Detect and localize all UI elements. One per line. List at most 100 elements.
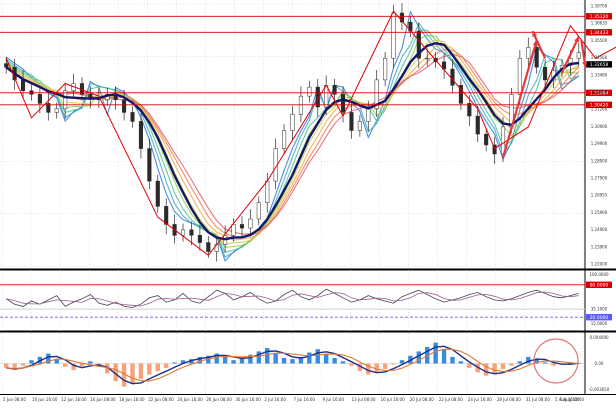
price-tick-label: 1.32400	[591, 90, 608, 95]
chart-window: 1.34433 1.35320 1.31084 1.30420 1.32658 80.0…	[0, 0, 616, 404]
macd-bar	[256, 351, 262, 364]
macd-bar	[517, 361, 523, 364]
price-chart-svg[interactable]: 1.344331.353201.310841.304201.32658 80.0…	[0, 0, 616, 404]
candle-body	[54, 108, 59, 113]
price-tick-label: 1.35500	[591, 38, 608, 43]
macd-bar	[138, 363, 144, 379]
macd-bar	[458, 361, 464, 364]
macd-bar	[29, 360, 34, 364]
macd-bar	[265, 348, 270, 364]
time-tick-label: 26 Jun 08:00	[206, 397, 232, 402]
price-tick-label: 1.26955	[591, 193, 608, 198]
time-axis: 5 Jun 08:00 10 Jun 16:00 12 Jun 16:00 16 Ju…	[3, 397, 584, 402]
macd-bar	[332, 358, 337, 364]
macd-bar	[542, 362, 548, 364]
candle-body	[122, 99, 127, 113]
candle-body	[197, 235, 202, 243]
level-label: 1.34433	[590, 30, 609, 36]
macd-bar	[551, 363, 556, 366]
time-tick-label: 20 Jul 08:00	[410, 397, 434, 402]
time-tick-label: 22 Jun 08:00	[148, 397, 174, 402]
macd-bar	[172, 362, 177, 364]
candle-body	[239, 224, 245, 229]
candle-body	[543, 66, 548, 81]
candle-body	[88, 94, 93, 99]
macd-bar	[290, 359, 295, 364]
macd-tick-label: -0.003650	[589, 387, 610, 392]
osc-min-label: 15.0000	[591, 321, 608, 326]
time-tick-label: 9 Jul 16:00	[323, 397, 345, 402]
candle-body	[450, 68, 455, 86]
price-tick-label: 1.27900	[591, 176, 608, 181]
macd-bar	[349, 363, 354, 366]
price-tick-label: 1.39700	[591, 4, 608, 9]
current-price-label: 1.32658	[590, 62, 609, 68]
price-tick-label: 1.29900	[591, 141, 608, 146]
macd-bar	[323, 353, 329, 364]
macd-tick-label: 0.004090	[589, 335, 609, 340]
price-tick-label: 1.23900	[591, 244, 608, 249]
candle-body	[63, 90, 68, 110]
price-tick-label: 1.25900	[591, 210, 608, 215]
macd-bar	[399, 360, 405, 364]
osc-level-label: 20.0000	[590, 315, 609, 321]
macd-tick-label: 0.00	[595, 361, 604, 366]
candle-body	[130, 112, 135, 122]
level-label: 1.35320	[590, 14, 609, 20]
macd-bar	[315, 349, 320, 364]
time-tick-label: 24 Jul 16:00	[468, 397, 492, 402]
macd-bar	[391, 363, 396, 365]
time-tick-label: 16 Jul 16:00	[381, 397, 405, 402]
candle-body	[357, 121, 362, 131]
price-tick-label: 1.28900	[591, 158, 608, 163]
time-tick-label: 12 Jun 16:00	[61, 397, 87, 402]
price-tick-label: 1.36635	[591, 21, 608, 26]
macd-bar	[222, 356, 228, 364]
candle-body	[534, 47, 539, 68]
time-tick-label: 7 Jul 16:00	[294, 397, 316, 402]
candle-body	[155, 180, 160, 207]
osc-level-label: 35.1000	[591, 307, 608, 312]
macd-bar	[450, 356, 455, 364]
price-tick-label: 1.33480	[591, 72, 608, 77]
macd-bar	[4, 363, 9, 368]
candle-body	[526, 47, 531, 59]
candle-body	[256, 202, 261, 220]
macd-bar	[307, 352, 312, 364]
candle-body	[138, 121, 143, 149]
candle-body	[189, 229, 194, 236]
time-tick-label: 18 Jun 16:00	[119, 397, 145, 402]
macd-bar	[248, 354, 253, 364]
macd-bar	[130, 363, 135, 384]
macd-bar	[340, 361, 346, 364]
candle-body	[164, 206, 169, 225]
macd-bar	[500, 363, 506, 369]
candle-body	[282, 130, 287, 149]
macd-bar	[147, 363, 152, 375]
candle-body	[366, 108, 371, 122]
time-tick-label: 2 Jul 16:00	[264, 397, 286, 402]
macd-bar	[433, 342, 438, 364]
candle-body	[484, 133, 489, 146]
macd-bar	[509, 363, 514, 366]
macd-bar	[231, 360, 236, 364]
price-tick-label: 1.24900	[591, 227, 608, 232]
macd-bar	[467, 363, 472, 368]
time-tick-label: 31 Jul 08:00	[526, 397, 550, 402]
macd-bar	[416, 351, 422, 364]
time-tick-label: 24 Jun 16:00	[177, 397, 203, 402]
time-tick-label: 13 Jul 08:00	[352, 397, 376, 402]
macd-bar	[281, 358, 287, 364]
macd-bar	[382, 363, 388, 369]
candle-body	[37, 94, 42, 104]
price-tick-label: 1.30900	[591, 124, 608, 129]
macd-bar	[163, 363, 169, 368]
time-tick-label: 10 Jun 16:00	[32, 397, 58, 402]
price-tick-label: 1.34560	[591, 55, 608, 60]
osc-level-label: 80.0000	[590, 282, 609, 288]
time-tick-label: 30 Jun 16:00	[235, 397, 261, 402]
time-tick-label: 22 Jul 08:00	[439, 397, 463, 402]
macd-bar	[88, 361, 93, 364]
osc-max-label: 100.0000	[589, 272, 609, 277]
time-tick-label: 5 Aug 10:00	[560, 397, 585, 402]
